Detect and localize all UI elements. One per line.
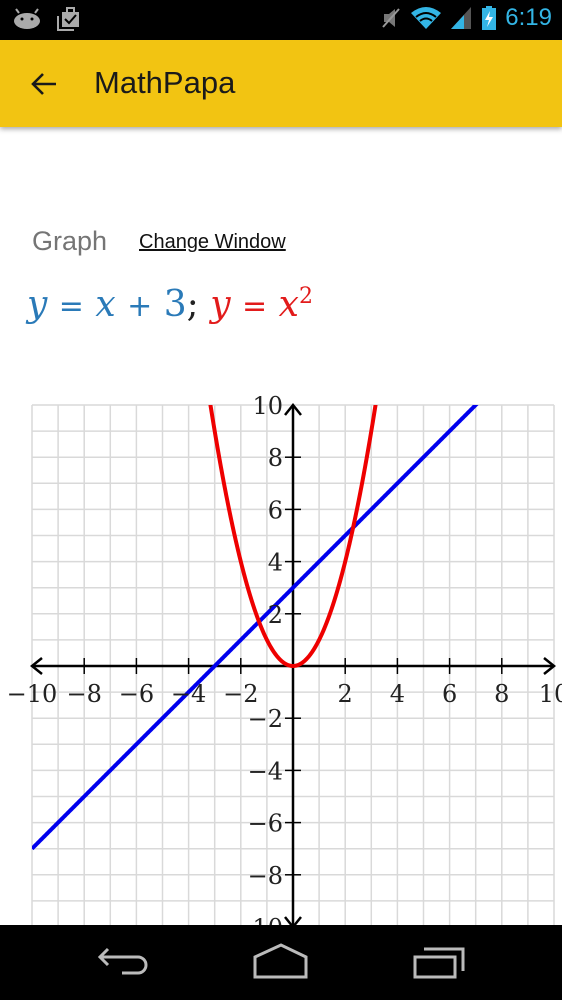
change-window-link[interactable]: Change Window xyxy=(139,231,286,254)
eq1-lhs: y xyxy=(27,284,48,325)
signal-icon xyxy=(451,7,472,29)
eq2-exponent: 2 xyxy=(298,284,313,309)
y-tick-label: −4 xyxy=(248,757,283,785)
battery-charging-icon xyxy=(482,6,497,30)
x-tick-label: 4 xyxy=(390,680,405,708)
equation-display: y = x + 3; y = x2 xyxy=(27,284,313,325)
tick-labels: −10 −8 −6 −4 −2 2 4 6 8 10 10 8 6 4 2 −2 −4 −6 −8 −10 xyxy=(7,392,562,925)
y-tick-label: 6 xyxy=(268,496,283,524)
android-debug-icon xyxy=(14,8,40,29)
x-tick-label: −6 xyxy=(119,680,154,708)
nav-home-icon[interactable] xyxy=(250,943,312,983)
equation-separator: ; xyxy=(186,284,199,325)
nav-back-icon[interactable] xyxy=(92,943,152,983)
y-tick-label: −10 xyxy=(232,914,283,925)
eq2-equals: = xyxy=(242,289,268,324)
x-tick-label: 10 xyxy=(539,680,562,708)
x-tick-label: −4 xyxy=(171,680,206,708)
back-button[interactable] xyxy=(22,62,66,106)
y-tick-label: −2 xyxy=(248,705,283,733)
status-time: 6:19 xyxy=(505,4,552,31)
navigation-bar xyxy=(0,925,562,1000)
eq2-x: x xyxy=(278,284,299,325)
x-tick-label: 8 xyxy=(494,680,509,708)
arrow-left-icon xyxy=(31,73,56,95)
eq1-x: x xyxy=(95,284,116,325)
status-bar: 6:19 xyxy=(0,0,562,40)
wifi-icon xyxy=(411,7,442,29)
y-tick-label: −8 xyxy=(248,862,283,890)
app-title: MathPapa xyxy=(94,65,236,100)
graph-canvas[interactable]: −10 −8 −6 −4 −2 2 4 6 8 10 10 8 6 4 2 −2 −4 −6 −8 −10 xyxy=(0,380,562,925)
status-left-icons xyxy=(12,6,82,32)
y-tick-label: 4 xyxy=(268,549,283,577)
clipboard-check-icon xyxy=(57,7,79,31)
x-tick-label: 2 xyxy=(338,680,353,708)
mute-icon xyxy=(382,8,401,28)
app-bar: MathPapa xyxy=(0,40,562,127)
x-tick-label: −10 xyxy=(7,680,58,708)
x-tick-label: 6 xyxy=(442,680,457,708)
x-tick-label: −2 xyxy=(223,680,258,708)
equation-quadratic: y = x2 xyxy=(210,284,313,325)
status-right-icons: 6:19 xyxy=(381,4,552,32)
eq1-equals: = xyxy=(58,289,84,324)
equation-linear: y = x + 3 xyxy=(27,284,187,325)
nav-recent-apps-icon[interactable] xyxy=(410,943,470,983)
eq1-plus: + xyxy=(127,289,153,324)
y-tick-label: 8 xyxy=(268,444,283,472)
graph-heading: Graph xyxy=(32,226,108,256)
eq1-constant: 3 xyxy=(163,284,187,325)
x-tick-label: −8 xyxy=(67,680,102,708)
eq2-lhs: y xyxy=(210,284,231,325)
y-tick-label: −6 xyxy=(248,810,283,838)
y-tick-label: 10 xyxy=(252,392,283,420)
y-tick-label: 2 xyxy=(268,601,283,629)
